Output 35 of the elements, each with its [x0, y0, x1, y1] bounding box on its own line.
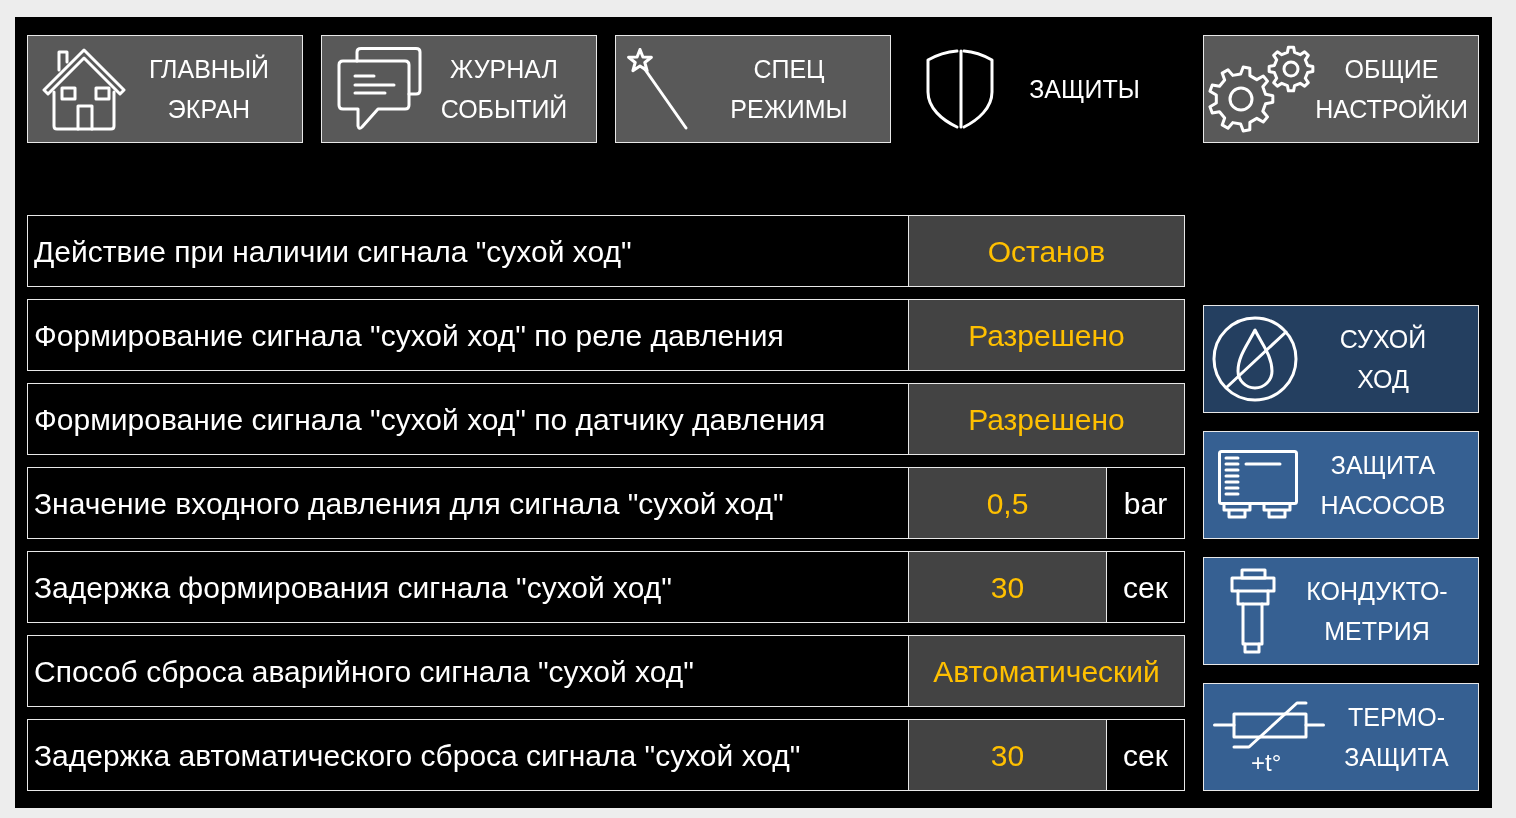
value-field[interactable]: Останов [909, 215, 1185, 287]
value-field[interactable]: Автоматический [909, 635, 1185, 707]
unit-label: сек [1107, 551, 1185, 623]
symbol-label: +t° [1251, 750, 1282, 775]
unit-label: сек [1107, 719, 1185, 791]
value-field[interactable]: 30 [909, 551, 1107, 623]
setting-label: Формирование сигнала "сухой ход" по реле давления [27, 299, 909, 371]
value-field[interactable]: Разрешено [909, 299, 1185, 371]
setting-label: Способ сброса аварийного сигнала "сухой ход" [27, 635, 909, 707]
setting-label: Значение входного давления для сигнала "сухой ход" [27, 467, 909, 539]
unit-label: bar [1107, 467, 1185, 539]
section-button[interactable]: СУХОЙ ХОД [1203, 305, 1479, 413]
crossed-drop-icon [1212, 316, 1298, 402]
nav-tab[interactable]: ГЛАВНЫЙ ЭКРАН [27, 35, 303, 143]
setting-label: Задержка формирования сигнала "сухой ход" [27, 551, 909, 623]
setting-label: Действие при наличии сигнала "сухой ход" [27, 215, 909, 287]
setting-label: Задержка автоматического сброса сигнала "сухой ход" [27, 719, 909, 791]
setting-label: Формирование сигнала "сухой ход" по датчику давления [27, 383, 909, 455]
value-field[interactable]: Разрешено [909, 383, 1185, 455]
section-button[interactable]: +t° ТЕРМО- ЗАЩИТА [1203, 683, 1479, 791]
gears-icon [1207, 45, 1315, 133]
value-field[interactable]: 30 [909, 719, 1107, 791]
house-icon [42, 46, 126, 132]
chat-icon [336, 47, 422, 131]
nav-tab[interactable]: ЖУРНАЛ СОБЫТИЙ [321, 35, 597, 143]
section-button[interactable]: КОНДУКТО- МЕТРИЯ [1203, 557, 1479, 665]
nav-tab[interactable]: ОБЩИЕ НАСТРОЙКИ [1203, 35, 1479, 143]
nav-tab[interactable]: СПЕЦ РЕЖИМЫ [615, 35, 891, 143]
section-button[interactable]: ЗАЩИТА НАСОСОВ [1203, 431, 1479, 539]
value-field[interactable]: 0,5 [909, 467, 1107, 539]
thermistor-icon [1213, 699, 1325, 750]
control-box-icon [1218, 450, 1298, 520]
probe-icon [1230, 568, 1276, 654]
magic-wand-icon [627, 48, 689, 130]
shield-icon [925, 48, 995, 130]
